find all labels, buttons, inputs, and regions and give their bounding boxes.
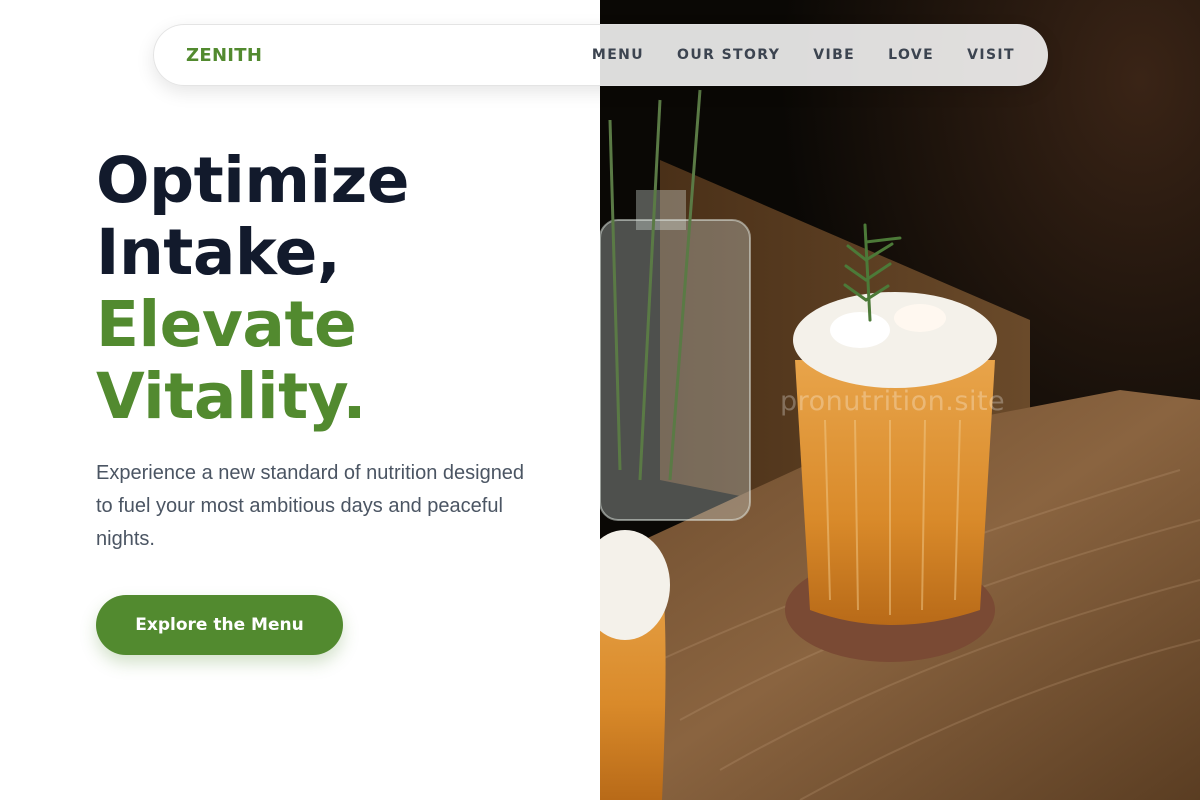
nav-links: MENU OUR STORY VIBE LOVE VISIT	[592, 47, 1015, 63]
nav-item-love[interactable]: LOVE	[888, 47, 934, 63]
hero-headline: Optimize Intake, Elevate Vitality.	[96, 144, 410, 433]
headline-line-4: Vitality.	[96, 360, 366, 433]
nav-item-vibe[interactable]: VIBE	[813, 47, 855, 63]
headline-line-3: Elevate	[96, 288, 357, 361]
nav-item-our-story[interactable]: OUR STORY	[677, 47, 780, 63]
top-navigation: ZENITH MENU OUR STORY VIBE LOVE VISIT	[153, 24, 1048, 86]
brand-logo[interactable]: ZENITH	[186, 45, 262, 66]
nav-item-visit[interactable]: VISIT	[967, 47, 1015, 63]
headline-line-2: Intake,	[96, 216, 341, 289]
nav-item-menu[interactable]: MENU	[592, 47, 644, 63]
explore-menu-button[interactable]: Explore the Menu	[96, 595, 343, 655]
watermark-text: pronutrition.site	[780, 386, 1006, 417]
headline-line-1: Optimize	[96, 144, 410, 217]
hero-subtitle: Experience a new standard of nutrition d…	[96, 462, 525, 550]
